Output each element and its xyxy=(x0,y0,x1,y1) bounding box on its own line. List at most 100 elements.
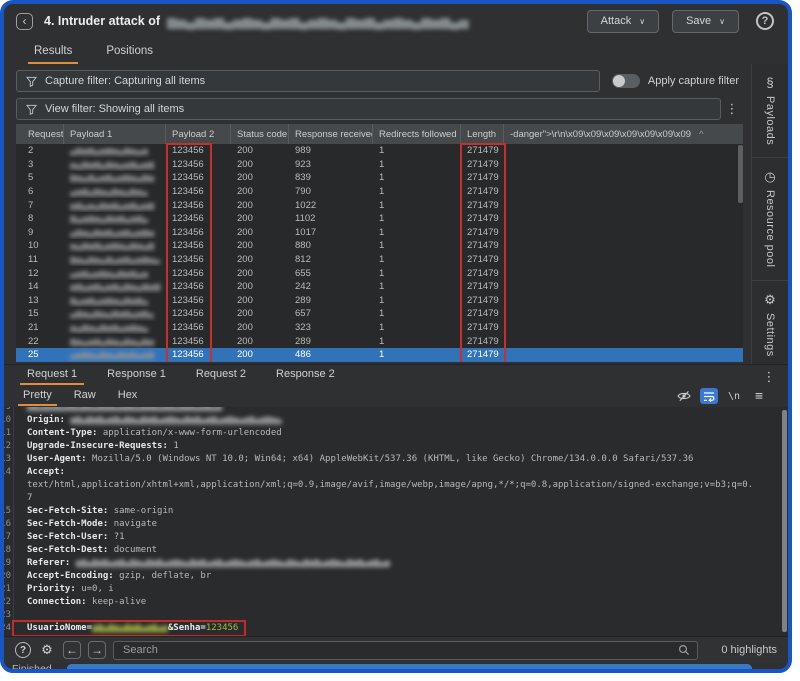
sidebar-tab-resource-pool[interactable]: ◷ Resource pool xyxy=(752,157,788,279)
next-match-button[interactable]: → xyxy=(88,641,106,659)
result-row-11[interactable]: 11▆▅▄▆▅▄▆▄▅▆▄▅▆▅▄1234562008121271479 xyxy=(16,253,743,267)
column-header-status-code[interactable]: Status code xyxy=(231,124,289,144)
column-header-danger-r-n-x09-x09-x09-x09-x09-x09-x09[interactable]: -danger">\r\n\x09\x09\x09\x09\x09\x09\x0… xyxy=(504,124,743,144)
result-row-21[interactable]: 21▅▄▆▅▄▆▅▆▄▅▆▅▄1234562003231271479 xyxy=(16,321,743,335)
cell: 1 xyxy=(373,171,461,185)
cell: 271479 xyxy=(461,226,504,240)
editor-line-content: 7 xyxy=(14,492,32,505)
editor-line-content: Accept: xyxy=(14,466,65,479)
capture-filter-bar[interactable]: Capture filter: Capturing all items xyxy=(16,70,600,92)
previous-match-button[interactable]: ← xyxy=(63,641,81,659)
tab-request-2[interactable]: Request 2 xyxy=(181,365,261,385)
result-row-9[interactable]: 9▄▆▅▄▆▅▆▄▅▆▄▅▆▅12345620010171271479 xyxy=(16,226,743,240)
result-row-12[interactable]: 12▄▅▆▄▅▆▅▄▆▅▆▄▅1234562006551271479 xyxy=(16,266,743,280)
cell: 200 xyxy=(231,144,289,158)
cell xyxy=(504,198,743,212)
editor-text: text/html,application/xhtml+xml,applicat… xyxy=(27,480,753,490)
column-header-length[interactable]: Length xyxy=(461,124,504,144)
help-icon[interactable]: ? xyxy=(756,12,774,30)
column-header-redirects-followed[interactable]: Redirects followed xyxy=(373,124,461,144)
line-number: 18 xyxy=(4,544,14,557)
result-row-7[interactable]: 7▅▆▄▅▄▆▅▆▄▅▆▄▅▆12345620010221271479 xyxy=(16,198,743,212)
result-row-13[interactable]: 13▆▄▅▆▄▅▆▅▄▆▅▆▄1234562002891271479 xyxy=(16,294,743,308)
editor-line-content: Accept-Encoding: gzip, deflate, br xyxy=(14,570,211,583)
line-number xyxy=(4,479,14,492)
tab-positions[interactable]: Positions xyxy=(92,41,167,64)
view-filter-bar[interactable]: View filter: Showing all items xyxy=(16,98,721,120)
message-tabs-kebab-icon[interactable]: ⋮ xyxy=(758,369,780,385)
tab-response-1[interactable]: Response 1 xyxy=(92,365,181,385)
tab-hex[interactable]: Hex xyxy=(107,387,149,405)
tab-pretty[interactable]: Pretty xyxy=(12,387,63,405)
column-header-payload-1[interactable]: Payload 1 xyxy=(64,124,166,144)
cell: 200 xyxy=(231,198,289,212)
search-input[interactable] xyxy=(121,643,672,657)
cell: 200 xyxy=(231,239,289,253)
editor-text: gzip, deflate, br xyxy=(119,571,211,581)
chevron-down-icon: ∨ xyxy=(719,17,725,26)
wrap-text-icon[interactable] xyxy=(700,388,718,404)
tab-request-1[interactable]: Request 1 xyxy=(12,365,92,385)
chevron-down-icon: ∨ xyxy=(639,17,645,26)
cell: 1 xyxy=(373,307,461,321)
view-filter-menu-kebab-icon[interactable]: ⋮ xyxy=(721,101,743,117)
tab-response-2[interactable]: Response 2 xyxy=(261,365,350,385)
save-button[interactable]: Save ∨ xyxy=(672,10,739,33)
hamburger-menu-icon[interactable]: ≡ xyxy=(750,388,768,404)
sidebar-tab-payloads[interactable]: § Payloads xyxy=(752,64,788,157)
result-row-3[interactable]: 3▅▄▆▅▆▄▆▅▄▅▆▄▅▆1234562009231271479 xyxy=(16,158,743,172)
table-scrollbar[interactable] xyxy=(738,145,743,203)
tab-raw[interactable]: Raw xyxy=(63,387,107,405)
cell: 200 xyxy=(231,321,289,335)
sidebar-tab-resource-pool-label: Resource pool xyxy=(764,190,776,267)
search-help-icon[interactable]: ? xyxy=(15,642,31,658)
editor-line-content: Upgrade-Insecure-Requests: 1 xyxy=(14,440,179,453)
result-row-2[interactable]: 2▄▆▅▆▄▅▆▅▄▆▅▄▅1234562009891271479 xyxy=(16,144,743,158)
highlights-count: 0 highlights xyxy=(705,644,777,656)
search-field[interactable] xyxy=(113,641,698,660)
line-number: 20 xyxy=(4,570,14,583)
result-row-15[interactable]: 15▄▆▅▄▆▅▄▆▅▆▄▅▆▄1234562006571271479 xyxy=(16,307,743,321)
editor-text: User-Agent: xyxy=(27,454,92,464)
editor-scrollbar[interactable] xyxy=(782,410,787,632)
result-row-8[interactable]: 8▆▄▅▆▅▄▆▅▆▄▅▆▄12345620011021271479 xyxy=(16,212,743,226)
editor-line-content: text/html,application/xhtml+xml,applicat… xyxy=(14,479,753,492)
cell: 271479 xyxy=(461,334,504,348)
eye-off-icon[interactable] xyxy=(675,388,693,404)
cell: 271479 xyxy=(461,280,504,294)
show-newlines-icon[interactable]: \n xyxy=(725,388,743,404)
editor-text: 7 xyxy=(27,493,32,503)
cell: 1017 xyxy=(289,226,373,240)
cell-payload1-redacted: ▄▅▆▅▄▆▅▄▆▅▆▄▅▆ xyxy=(64,348,166,362)
editor-line-content: Content-Type: application/x-www-form-url… xyxy=(14,427,282,440)
sidebar-tab-settings[interactable]: ⚙ Settings xyxy=(752,280,788,369)
editor-text: application/x-www-form-urlencoded xyxy=(103,428,282,438)
tab-results[interactable]: Results xyxy=(20,41,86,64)
cell: 14 xyxy=(16,280,64,294)
editor-line-11: 11Content-Type: application/x-www-form-u… xyxy=(4,427,788,440)
cell xyxy=(504,158,743,172)
result-row-14[interactable]: 14▅▆▄▅▆▄▅▆▄▆▅▄▆▅▆1234562002421271479 xyxy=(16,280,743,294)
line-number: 12 xyxy=(4,440,14,453)
result-row-5[interactable]: 5▆▅▄▆▄▅▆▄▅▆▅▄▆▅1234562008391271479 xyxy=(16,171,743,185)
redacted-payload1-value: ▆▅▄▆▄▅▆▄▅▆▅▄▆▅ xyxy=(70,173,154,182)
search-settings-gear-icon[interactable]: ⚙ xyxy=(38,641,56,659)
editor-text: &Senha= xyxy=(168,623,206,633)
result-row-25[interactable]: 25▄▅▆▅▄▆▅▄▆▅▆▄▅▆1234562004861271479 xyxy=(16,348,743,362)
cell: 25 xyxy=(16,348,64,362)
line-number: 16 xyxy=(4,518,14,531)
title-bar: ‹ 4. Intruder attack of ▆▅▄▆▅▆▄▅▆▅▄▆▅▆▄▅… xyxy=(4,4,788,38)
request-editor[interactable]: 9▅▆▄▆▅▆▄▅▆▄▆▅▄▆▅▆▄▅▆▅▄▆▅▆▄▅▆▄▅▆▅▄▅▆▄▅10O… xyxy=(4,407,788,636)
column-header-payload-2[interactable]: Payload 2 xyxy=(166,124,231,144)
attack-button[interactable]: Attack ∨ xyxy=(587,10,659,33)
result-row-22[interactable]: 22▆▅▄▅▆▄▆▅▄▆▅▄▆▅1234562002891271479 xyxy=(16,334,743,348)
result-row-10[interactable]: 10▅▄▆▅▆▄▅▆▅▄▆▅▄▆1234562008801271479 xyxy=(16,239,743,253)
cell xyxy=(504,239,743,253)
column-header-response-received[interactable]: Response received xyxy=(289,124,373,144)
redacted-payload1-value: ▅▆▄▅▄▆▅▆▄▅▆▄▅▆ xyxy=(70,201,154,210)
cell: 1 xyxy=(373,198,461,212)
result-row-6[interactable]: 6▄▅▆▄▆▅▄▆▅▄▆▅▄1234562007901271479 xyxy=(16,185,743,199)
pop-in-window-icon[interactable]: ‹ xyxy=(16,13,33,30)
apply-capture-filter-toggle[interactable] xyxy=(612,74,640,88)
column-header-request[interactable]: Request xyxy=(16,124,64,144)
